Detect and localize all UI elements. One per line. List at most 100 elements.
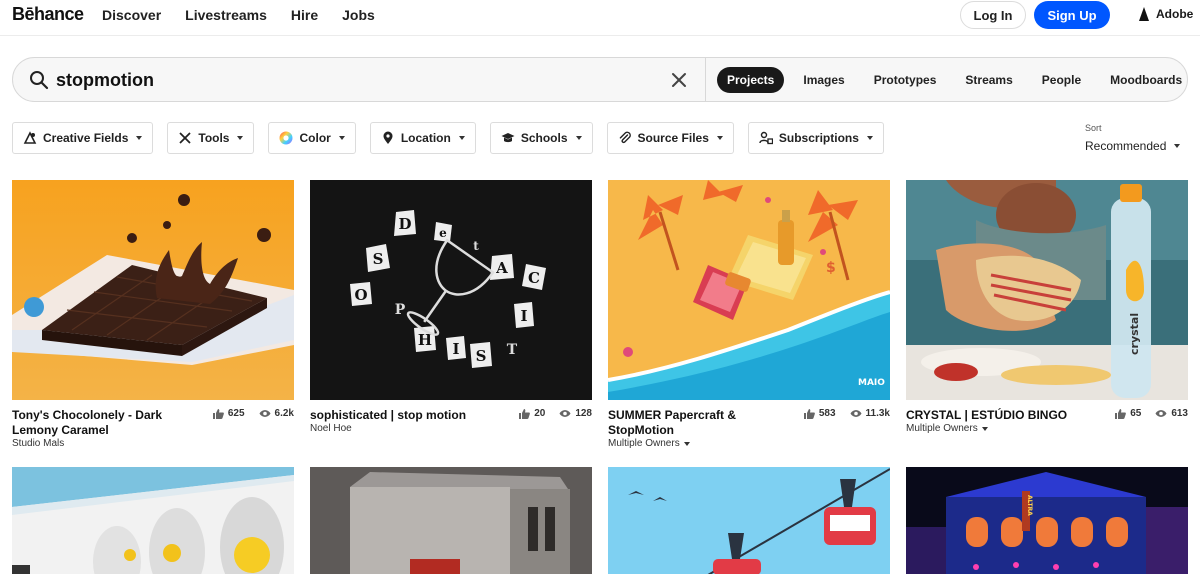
project-thumbnail[interactable]: [12, 467, 294, 574]
filter-label: Subscriptions: [778, 131, 859, 145]
project-stats: 20 128: [518, 408, 592, 419]
project-card[interactable]: $ MAIO SUMMER Papercraft & StopMotion Mu…: [608, 180, 890, 450]
filter-creative-fields[interactable]: Creative Fields: [12, 122, 154, 154]
view-count: 128: [575, 408, 592, 419]
project-title[interactable]: SUMMER Papercraft & StopMotion: [608, 408, 798, 438]
sort-dropdown[interactable]: Sort Recommended: [1085, 123, 1181, 153]
project-owner[interactable]: Multiple Owners: [608, 438, 890, 450]
signup-button[interactable]: Sign Up: [1034, 1, 1110, 29]
tab-streams[interactable]: Streams: [955, 67, 1022, 93]
project-stats: 583 11.3k: [803, 408, 890, 419]
cutout-letter: t: [473, 239, 479, 253]
project-title[interactable]: CRYSTAL | ESTÚDIO BINGO: [906, 408, 1096, 423]
chevron-down-icon: [237, 136, 244, 140]
behance-logo[interactable]: Bēhance: [12, 4, 84, 25]
project-stats: 65 613: [1114, 408, 1188, 419]
nav-livestreams[interactable]: Livestreams: [185, 7, 267, 23]
chevron-down-icon: [866, 136, 873, 140]
cutout-letter: S: [476, 347, 487, 365]
cutout-letter: C: [528, 269, 540, 287]
nav-hire[interactable]: Hire: [291, 7, 318, 23]
project-meta: SUMMER Papercraft & StopMotion Multiple …: [608, 408, 890, 450]
cutout-letter: T: [507, 342, 518, 358]
owner-name: Noel Hoe: [310, 423, 352, 434]
tab-images[interactable]: Images: [793, 67, 854, 93]
filter-schools[interactable]: Schools: [489, 122, 593, 154]
thumbs-up-icon: [519, 409, 531, 419]
project-thumbnail[interactable]: $ MAIO: [608, 180, 890, 400]
tab-projects[interactable]: Projects: [717, 67, 785, 93]
project-thumbnail[interactable]: [608, 467, 890, 574]
filter-subscriptions[interactable]: Subscriptions: [747, 122, 884, 154]
filter-location[interactable]: Location: [369, 122, 476, 154]
subscriptions-icon: [759, 131, 773, 145]
search-icon: [30, 71, 49, 90]
tab-moodboards[interactable]: Moodboards: [1100, 67, 1192, 93]
project-title[interactable]: Tony's Chocolonely - Dark Lemony Caramel: [12, 408, 202, 438]
eye-icon: [559, 410, 571, 417]
cutout-letter: D: [398, 215, 411, 233]
main-nav: Discover Livestreams Hire Jobs: [102, 7, 375, 23]
chevron-down-icon: [458, 136, 465, 140]
stop-motion-letters-image: D e S t A C O P I H I S T: [310, 180, 592, 400]
filter-label: Tools: [198, 131, 230, 145]
search-input[interactable]: [56, 66, 656, 94]
color-wheel-icon: [279, 131, 293, 145]
building-sign: ALTRA: [1026, 495, 1033, 516]
tab-people[interactable]: People: [1032, 67, 1091, 93]
owner-name: Multiple Owners: [608, 438, 680, 449]
filter-bar: Creative Fields Tools Color Location Sch…: [12, 122, 884, 154]
filter-label: Color: [299, 131, 331, 145]
project-thumbnail[interactable]: ALTRA: [906, 467, 1188, 574]
project-meta: Tony's Chocolonely - Dark Lemony Caramel…: [12, 408, 294, 450]
project-meta: sophisticated | stop motion Noel Hoe 20 …: [310, 408, 592, 448]
creative-fields-icon: [23, 131, 37, 144]
login-button[interactable]: Log In: [960, 1, 1026, 29]
project-thumbnail[interactable]: D e S t A C O P I H I S T: [310, 180, 592, 400]
adobe-link[interactable]: Adobe: [1136, 7, 1193, 21]
view-count: 6.2k: [274, 408, 294, 419]
eye-icon: [1155, 410, 1167, 417]
filter-label: Creative Fields: [43, 131, 129, 145]
eye-icon: [259, 410, 271, 417]
chevron-down-icon: [683, 442, 690, 446]
project-owner[interactable]: Studio Mals: [12, 438, 294, 450]
nav-discover[interactable]: Discover: [102, 7, 161, 23]
filter-color[interactable]: Color: [268, 122, 356, 154]
filter-source-files[interactable]: Source Files: [606, 122, 734, 154]
chevron-down-icon: [981, 427, 988, 431]
filter-tools[interactable]: Tools: [167, 122, 255, 154]
sort-value[interactable]: Recommended: [1085, 139, 1181, 153]
gallery-wall-image: [12, 467, 294, 574]
search-bar: Projects Images Prototypes Streams Peopl…: [12, 57, 1188, 102]
project-thumbnail[interactable]: [310, 467, 592, 574]
sort-selected-value: Recommended: [1085, 139, 1167, 153]
view-count: 613: [1171, 408, 1188, 419]
project-card[interactable]: crystal CRYSTAL | ESTÚDIO BINGO Multiple…: [906, 180, 1188, 448]
clear-search-icon[interactable]: [669, 70, 689, 90]
thumbs-up-icon: [1115, 409, 1127, 419]
project-thumbnail[interactable]: [12, 180, 294, 400]
sort-label: Sort: [1085, 123, 1102, 133]
nav-jobs[interactable]: Jobs: [342, 7, 375, 23]
search-divider: [705, 57, 706, 102]
project-thumbnail[interactable]: crystal: [906, 180, 1188, 400]
project-owner[interactable]: Noel Hoe: [310, 423, 592, 435]
maio-watermark: MAIO: [858, 378, 885, 388]
chevron-down-icon: [1174, 144, 1181, 148]
cutout-letter: P: [395, 302, 406, 318]
appreciation-count: 583: [818, 408, 836, 419]
project-card[interactable]: D e S t A C O P I H I S T sophisticated …: [310, 180, 592, 448]
project-title[interactable]: sophisticated | stop motion: [310, 408, 500, 423]
crystal-water-image: crystal: [906, 180, 1188, 400]
tab-prototypes[interactable]: Prototypes: [864, 67, 947, 93]
chevron-down-icon: [136, 136, 143, 140]
eye-icon: [850, 410, 862, 417]
filter-label: Location: [400, 131, 451, 145]
appreciation-count: 65: [1130, 408, 1142, 419]
chevron-down-icon: [575, 136, 582, 140]
project-owner[interactable]: Multiple Owners: [906, 423, 1188, 435]
adobe-label: Adobe: [1156, 7, 1194, 21]
project-card[interactable]: Tony's Chocolonely - Dark Lemony Caramel…: [12, 180, 294, 450]
filter-label: Schools: [520, 131, 568, 145]
